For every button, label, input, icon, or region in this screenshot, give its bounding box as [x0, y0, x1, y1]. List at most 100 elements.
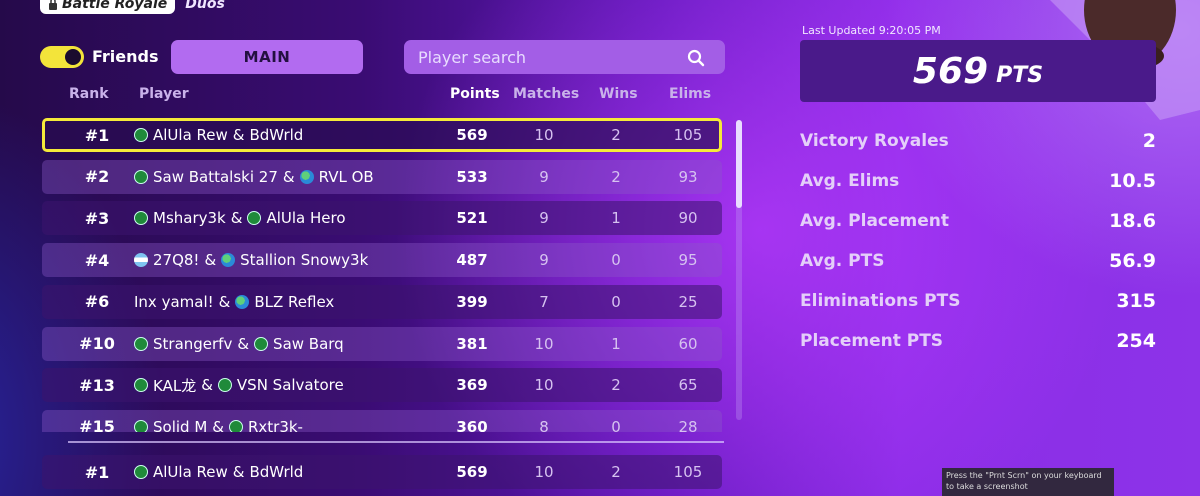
stat-row: Avg. PTS 56.9	[800, 246, 1156, 276]
friends-toggle[interactable]	[40, 46, 84, 68]
team-rank: #2	[84, 167, 110, 187]
screenshot-toast: Press the "Prnt Scrn" on your keyboard t…	[942, 468, 1114, 496]
total-points-unit: PTS	[996, 62, 1044, 88]
col-header-elims[interactable]: Elims	[669, 86, 711, 102]
team-elims: 28	[678, 417, 698, 432]
stat-value: 56.9	[1109, 250, 1156, 272]
stat-label: Avg. Placement	[800, 211, 950, 231]
team-players: Mshary3k & AlUla Hero	[134, 201, 454, 235]
team-players: Solid M & Rxtr3k-	[134, 410, 454, 432]
total-points-box: 569 PTS	[800, 40, 1156, 102]
globe-icon	[299, 169, 314, 184]
lock-icon	[49, 0, 57, 10]
search-icon[interactable]	[687, 49, 705, 67]
stat-value: 18.6	[1109, 210, 1156, 232]
team-wins: 2	[611, 376, 621, 395]
player-one-name: AlUla Rew	[153, 126, 228, 144]
player-separator: &	[218, 292, 231, 311]
team-rank: #3	[84, 208, 110, 228]
mode-pill: Battle Royale	[40, 0, 176, 14]
team-wins: 0	[611, 251, 621, 270]
search-input[interactable]	[416, 46, 680, 68]
saudi-flag-icon	[134, 465, 148, 479]
player-two-name: BdWrld	[249, 126, 304, 144]
leaderboard-row[interactable]: #4 487 9 0 95 27Q8! & Stallion Snowy3k	[42, 243, 722, 278]
leaderboard-row[interactable]: #10 381 10 1 60 Strangerfv & Saw Barq	[42, 326, 722, 361]
stat-value: 10.5	[1109, 170, 1156, 192]
saudi-flag-icon	[134, 336, 148, 351]
team-wins: 2	[611, 463, 621, 481]
leaderboard-row[interactable]: #2 533 9 2 93 Saw Battalski 27 & RVL OB	[42, 159, 722, 194]
saudi-flag-icon	[134, 211, 148, 226]
leaderboard-row[interactable]: #13 369 10 2 65 KAL龙 & VSN Salvatore	[42, 368, 722, 403]
stat-label: Placement PTS	[800, 331, 944, 351]
player-two-name: VSN Salvatore	[236, 376, 344, 395]
stat-label: Victory Royales	[800, 131, 949, 151]
team-elims: 95	[678, 251, 698, 270]
last-updated: Last Updated 9:20:05 PM	[802, 24, 941, 37]
leaderboard-row[interactable]: #6 399 7 0 25 Inx yamal! & BLZ Reflex	[42, 284, 722, 319]
saudi-flag-icon	[254, 336, 269, 351]
argentina-flag-icon	[134, 253, 148, 268]
toggle-knob	[65, 49, 81, 65]
mode-header: Battle Royale Duos	[40, 0, 225, 14]
leaderboard-list[interactable]: #1 569 10 2 105 AlUla Rew & BdWrld #2 533 9 2 93 Saw …	[0, 114, 760, 432]
team-players: Saw Battalski 27 & RVL OB	[134, 160, 454, 194]
my-team-row[interactable]: #1 569 10 2 105 AlUla Rew & BdWrld	[42, 455, 722, 489]
player-two-name: Saw Barq	[273, 334, 344, 353]
player-separator: &	[282, 167, 295, 186]
team-wins: 0	[611, 417, 621, 432]
sub-mode-label: Duos	[185, 0, 225, 12]
scrollbar[interactable]	[736, 120, 742, 420]
player-separator: &	[237, 334, 250, 353]
player-one-name: 27Q8!	[153, 251, 200, 270]
team-matches: 9	[539, 251, 549, 270]
divider	[68, 441, 724, 443]
team-wins: 2	[611, 167, 621, 186]
col-header-matches[interactable]: Matches	[513, 86, 579, 102]
leaderboard-row[interactable]: #15 360 8 0 28 Solid M & Rxtr3k-	[42, 409, 722, 432]
team-matches: 10	[534, 334, 554, 353]
player-separator: &	[232, 126, 245, 144]
stat-label: Avg. PTS	[800, 251, 885, 271]
player-one-name: Inx yamal!	[134, 292, 214, 311]
player-two-name: Stallion Snowy3k	[240, 251, 369, 270]
team-elims: 60	[678, 334, 698, 353]
col-header-points[interactable]: Points	[450, 86, 500, 102]
player-search[interactable]	[404, 40, 725, 74]
stat-row: Victory Royales 2	[800, 126, 1156, 156]
team-wins: 2	[611, 126, 621, 144]
team-matches: 7	[539, 292, 549, 311]
scrollbar-thumb[interactable]	[736, 120, 742, 208]
team-players: Inx yamal! & BLZ Reflex	[134, 285, 454, 319]
team-matches: 10	[534, 463, 554, 481]
col-header-rank: Rank	[69, 86, 109, 102]
team-rank: #1	[84, 462, 110, 482]
team-players: AlUla Rew & BdWrld	[134, 455, 454, 489]
globe-icon	[221, 253, 236, 268]
player-one-name: KAL龙	[153, 376, 197, 395]
player-two-name: RVL OB	[318, 167, 374, 186]
team-matches: 8	[539, 417, 549, 432]
stat-row: Placement PTS 254	[800, 326, 1156, 356]
team-players: 27Q8! & Stallion Snowy3k	[134, 243, 454, 277]
team-elims: 93	[678, 167, 698, 186]
leaderboard-row[interactable]: #3 521 9 1 90 Mshary3k & AlUla Hero	[42, 201, 722, 236]
team-elims: 105	[673, 126, 703, 144]
saudi-flag-icon	[134, 169, 148, 184]
team-rank: #4	[84, 250, 110, 270]
team-wins: 0	[611, 292, 621, 311]
friends-label: Friends	[92, 47, 159, 66]
stat-row: Avg. Placement 18.6	[800, 206, 1156, 236]
col-header-wins[interactable]: Wins	[599, 86, 638, 102]
saudi-flag-icon	[134, 419, 148, 432]
team-rank: #10	[79, 334, 115, 353]
player-one-name: Saw Battalski 27	[153, 167, 278, 186]
saudi-flag-icon	[247, 211, 262, 226]
player-one-name: Mshary3k	[153, 209, 226, 228]
player-two-name: BLZ Reflex	[254, 292, 335, 311]
saudi-flag-icon	[217, 378, 232, 393]
main-button[interactable]: MAIN	[171, 40, 363, 74]
leaderboard-row[interactable]: #1 569 10 2 105 AlUla Rew & BdWrld	[42, 118, 722, 152]
player-one-name: Solid M	[153, 417, 208, 432]
